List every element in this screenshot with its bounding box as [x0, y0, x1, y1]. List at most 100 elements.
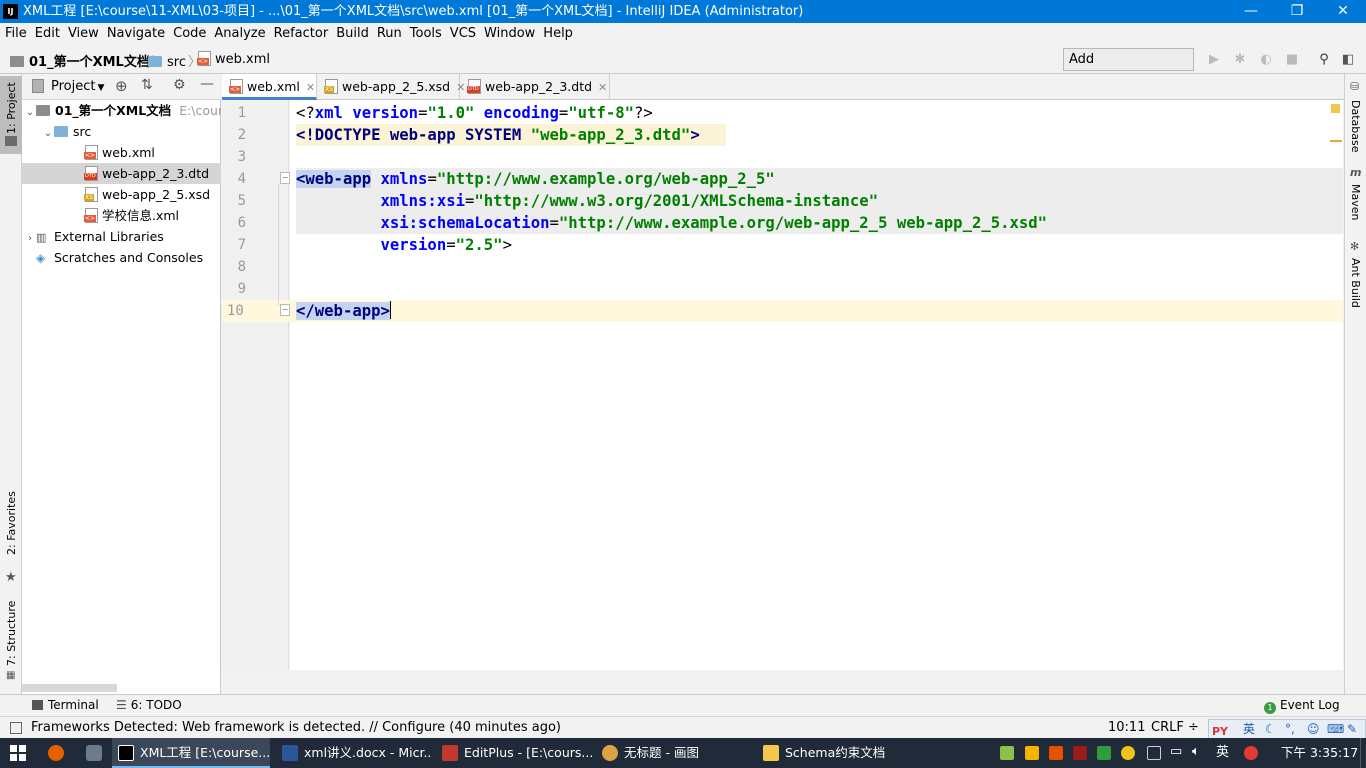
tree-item-src[interactable]: ⌄ src	[22, 121, 221, 142]
tray-app-icon[interactable]	[1025, 746, 1039, 760]
menu-help[interactable]: Help	[539, 23, 577, 44]
menu-analyze[interactable]: Analyze	[210, 23, 269, 44]
hide-panel-icon[interactable]: —	[200, 76, 214, 92]
tool-tab-database[interactable]: ⛁ Database	[1345, 80, 1366, 158]
tray-filezilla-icon[interactable]	[1049, 746, 1063, 760]
pinned-app-icon[interactable]	[86, 745, 102, 761]
breadcrumb-file[interactable]: web.xml	[197, 51, 270, 67]
taskbar-item-paint[interactable]: 无标题 - 画图	[596, 738, 752, 768]
menu-run[interactable]: Run	[373, 23, 406, 44]
menu-file[interactable]: File	[0, 23, 31, 44]
xml-file-icon	[229, 79, 243, 94]
ime-indicator[interactable]: 英	[1216, 738, 1229, 768]
taskbar-item-explorer[interactable]: Schema约束文档	[757, 738, 913, 768]
caret-row-highlight	[290, 300, 1343, 322]
xsd-file-icon	[324, 79, 338, 94]
tray-app-icon[interactable]	[1121, 746, 1135, 760]
tray-security-icon[interactable]	[1097, 746, 1111, 760]
tray-battery-icon[interactable]	[1000, 746, 1014, 760]
menu-navigate[interactable]: Navigate	[103, 23, 169, 44]
tab-dtd[interactable]: web-app_2_3.dtd✕	[460, 74, 610, 100]
tree-item-external-libraries[interactable]: › ▥ External Libraries	[22, 226, 221, 247]
fold-icon[interactable]: −	[280, 172, 290, 184]
close-button[interactable]: ✕	[1320, 0, 1366, 23]
project-folder-icon	[5, 136, 17, 146]
breadcrumb-project[interactable]: 01_第一个XML文档〉	[10, 51, 165, 70]
taskbar-item-word[interactable]: xml讲义.docx - Micr...	[276, 738, 432, 768]
locate-icon[interactable]: ⊕	[115, 77, 128, 95]
menu-window[interactable]: Window	[480, 23, 539, 44]
tool-tab-structure[interactable]: 7: Structure ▦	[0, 598, 22, 684]
show-desktop-button[interactable]	[1360, 738, 1366, 768]
search-icon[interactable]: ⚲	[1316, 52, 1332, 68]
sogou-icon[interactable]	[1244, 746, 1258, 760]
star-icon: ★	[5, 570, 17, 585]
tree-item-scratches[interactable]: ◈ Scratches and Consoles	[22, 247, 221, 268]
tool-tab-ant-build[interactable]: ✻ Ant Build	[1345, 240, 1366, 312]
tool-tab-favorites[interactable]: 2: Favorites ★	[0, 491, 22, 590]
event-log-tab[interactable]: 1 Event Log	[1264, 698, 1340, 714]
collapse-all-icon[interactable]: ⇅	[141, 77, 153, 93]
ime-toolbar[interactable]: PY 英 ☾ °, ☺ ⌨ ✎	[1208, 719, 1366, 739]
menu-code[interactable]: Code	[169, 23, 210, 44]
analysis-status-icon[interactable]	[1331, 104, 1340, 113]
project-view-dropdown[interactable]: Project ▼	[51, 79, 104, 94]
volume-icon[interactable]: 🔈︎	[1192, 744, 1200, 759]
close-tab-icon[interactable]: ✕	[306, 81, 315, 94]
run-icon[interactable]: ▶	[1206, 52, 1222, 68]
taskbar-item-editplus[interactable]: EditPlus - [E:\cours...	[436, 738, 592, 768]
menu-vcs[interactable]: VCS	[446, 23, 480, 44]
line-number: 1	[237, 105, 246, 121]
breadcrumb-src[interactable]: src 〉	[148, 51, 201, 70]
gear-icon[interactable]: ⚙	[173, 77, 186, 93]
tool-tab-maven[interactable]: m Maven	[1345, 166, 1366, 226]
toggle-tool-windows-icon[interactable]	[10, 722, 22, 734]
tray-app-icon[interactable]	[1073, 746, 1087, 760]
tree-item-xsd[interactable]: web-app_2_5.xsd	[22, 184, 221, 205]
menu-refactor[interactable]: Refactor	[270, 23, 333, 44]
tab-web-xml[interactable]: web.xml✕	[222, 74, 317, 100]
restore-button[interactable]: ❐	[1274, 0, 1320, 23]
add-configuration-button[interactable]: Add Configuration...	[1063, 48, 1194, 88]
menu-tools[interactable]: Tools	[406, 23, 446, 44]
punct-icon: °,	[1285, 722, 1295, 736]
folder-icon	[763, 745, 779, 761]
horizontal-scrollbar[interactable]	[22, 684, 117, 692]
menu-edit[interactable]: Edit	[31, 23, 64, 44]
tab-xsd[interactable]: web-app_2_5.xsd✕	[317, 74, 465, 100]
tree-item-dtd[interactable]: web-app_2_3.dtd	[22, 163, 221, 184]
vcs-icon[interactable]: ◧	[1340, 52, 1356, 68]
line-separator[interactable]: CRLF ÷	[1151, 717, 1199, 739]
close-tab-icon[interactable]: ✕	[598, 81, 607, 94]
scratches-icon: ◈	[36, 251, 46, 265]
dtd-file-icon	[467, 79, 481, 94]
error-stripe-mark[interactable]	[1330, 140, 1342, 142]
clock[interactable]: 下午 3:35:17	[1281, 738, 1358, 768]
code-editor[interactable]: <?xml version="1.0" encoding="utf-8"?> <…	[290, 100, 1343, 670]
emoji-icon: ☺	[1307, 722, 1320, 736]
caret-position[interactable]: 10:11	[1108, 717, 1145, 739]
taskbar-item-intellij[interactable]: XML工程 [E:\course...	[112, 738, 270, 768]
line-number: 9	[237, 281, 246, 297]
line-number: 3	[237, 149, 246, 165]
tool-tab-project[interactable]: 1: Project	[0, 76, 22, 154]
todo-tab[interactable]: ☰ 6: TODO	[116, 698, 182, 712]
title-bar: IJ XML工程 [E:\course\11-XML\03-项目] - ...\…	[0, 0, 1366, 23]
coverage-icon[interactable]: ◐	[1258, 52, 1274, 68]
terminal-tab[interactable]: Terminal	[32, 698, 99, 712]
tray-device-icon[interactable]	[1147, 746, 1161, 760]
menu-build[interactable]: Build	[332, 23, 373, 44]
status-message[interactable]: Frameworks Detected: Web framework is de…	[31, 717, 561, 739]
firefox-icon[interactable]	[48, 745, 64, 761]
tree-item-web-xml[interactable]: web.xml	[22, 142, 221, 163]
line-number-gutter: 1 2 3 4 5 6 7 8 9 10 − −	[222, 100, 290, 670]
fold-icon[interactable]: −	[280, 304, 290, 316]
tree-item-school-xml[interactable]: 学校信息.xml	[22, 205, 221, 226]
debug-icon[interactable]: ✱	[1232, 52, 1248, 68]
tree-item-root[interactable]: ⌄01_第一个XML文档E:\cours	[22, 100, 221, 121]
menu-view[interactable]: View	[64, 23, 103, 44]
minimize-button[interactable]: —	[1228, 0, 1274, 23]
start-button[interactable]	[10, 745, 26, 761]
stop-icon[interactable]: ■	[1284, 52, 1300, 68]
network-icon[interactable]: ▭	[1170, 744, 1182, 759]
